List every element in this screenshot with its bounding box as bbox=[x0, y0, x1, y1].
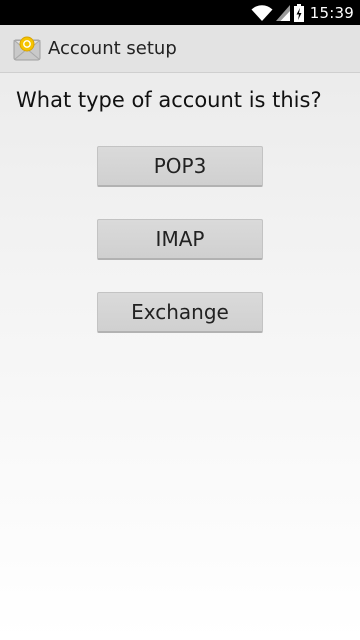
imap-button[interactable]: IMAP bbox=[97, 219, 263, 260]
page-title: Account setup bbox=[48, 38, 177, 59]
battery-charging-icon bbox=[293, 3, 304, 22]
wifi-icon bbox=[251, 4, 273, 22]
account-type-question: What type of account is this? bbox=[16, 88, 322, 112]
signal-icon bbox=[275, 4, 290, 21]
status-icons: 15:39 bbox=[251, 0, 354, 25]
exchange-button[interactable]: Exchange bbox=[97, 292, 263, 333]
pop3-button[interactable]: POP3 bbox=[97, 146, 263, 187]
action-bar: Account setup bbox=[0, 25, 360, 73]
status-time: 15:39 bbox=[309, 3, 354, 22]
status-bar: 15:39 bbox=[0, 0, 360, 25]
email-app-icon[interactable] bbox=[12, 36, 42, 62]
